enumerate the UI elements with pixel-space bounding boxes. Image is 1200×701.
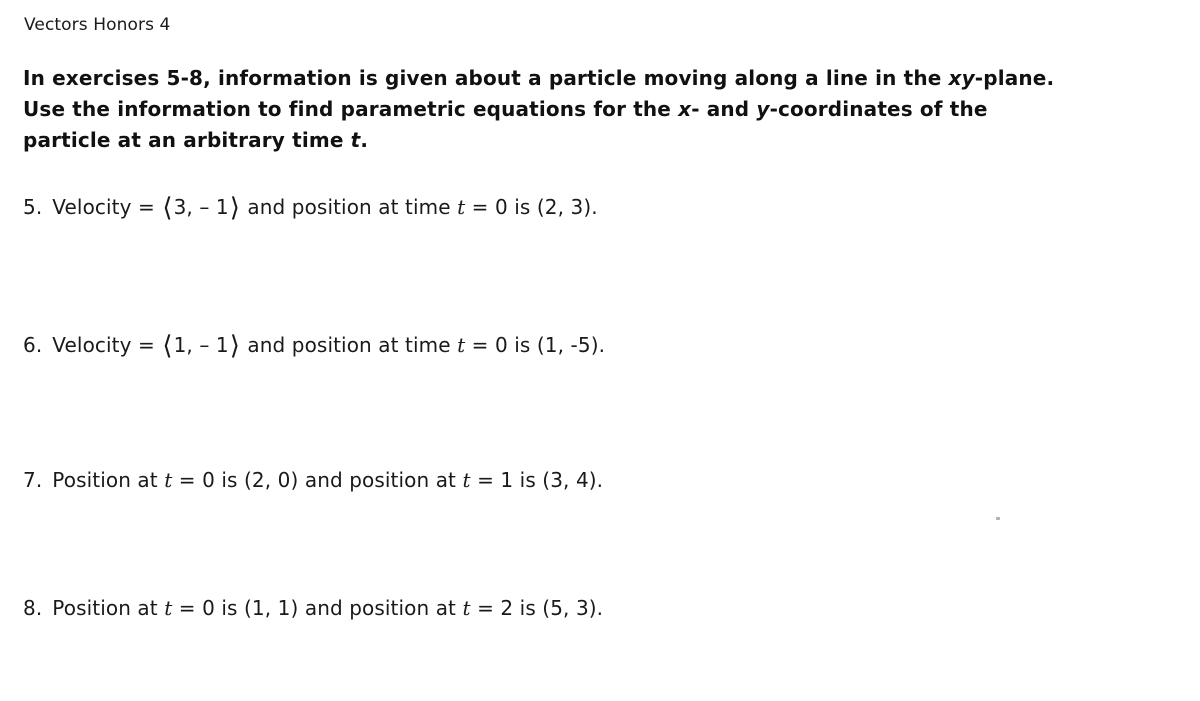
instructions-line-2: Use the information to find parametric e… (23, 94, 1123, 125)
exercise-text: and position at time (240, 333, 458, 357)
right-angle-bracket: ⟩ (229, 193, 240, 223)
variable-x: x (678, 97, 692, 121)
instructions-paragraph: In exercises 5-8, information is given a… (23, 63, 1123, 156)
exercise-text: = 1 is (3, 4). (470, 468, 604, 492)
exercise-8: 8. Position at t = 0 is (1, 1) and positi… (23, 596, 603, 620)
scan-artifact (996, 517, 1000, 520)
instructions-text: -coordinates of the (769, 97, 988, 121)
variable-t: t (350, 128, 361, 152)
instructions-text: Use the information to find parametric e… (23, 97, 679, 121)
instructions-line-3: particle at an arbitrary time t. (23, 125, 1123, 156)
instructions-line-1: In exercises 5-8, information is given a… (23, 63, 1123, 94)
page-title: Vectors Honors 4 (24, 15, 171, 35)
variable-t: t (462, 596, 471, 620)
instructions-text: -plane. (974, 66, 1055, 90)
exercise-text: = 0 is (1, 1) and position at (172, 596, 463, 620)
instructions-text: particle at an arbitrary time (23, 128, 351, 152)
exercise-number: 8. (23, 596, 43, 620)
left-angle-bracket: ⟨ (162, 331, 173, 361)
variable-t: t (457, 195, 466, 219)
variable-t: t (462, 468, 471, 492)
exercise-text: = 0 is (2, 3). (465, 195, 598, 219)
left-angle-bracket: ⟨ (162, 193, 173, 223)
instructions-text: . (360, 128, 369, 152)
exercise-6: 6. Velocity = ⟨1, – 1⟩ and position at ti… (23, 331, 605, 361)
variable-y: y (756, 97, 770, 121)
exercise-number: 6. (23, 333, 43, 357)
instructions-text: In exercises 5-8, information is given a… (23, 66, 949, 90)
exercise-text: Velocity = (52, 195, 162, 219)
velocity-vector: 3, – 1 (173, 195, 229, 219)
exercise-7: 7. Position at t = 0 is (2, 0) and positi… (23, 468, 603, 492)
instructions-text: - and (691, 97, 757, 121)
exercise-text: Velocity = (52, 333, 162, 357)
exercise-5: 5. Velocity = ⟨3, – 1⟩ and position at ti… (23, 193, 598, 223)
variable-t: t (457, 333, 466, 357)
velocity-vector: 1, – 1 (173, 333, 229, 357)
exercise-text: Position at (52, 596, 165, 620)
exercise-text: Position at (52, 468, 165, 492)
exercise-text: and position at time (240, 195, 458, 219)
exercise-number: 5. (23, 195, 43, 219)
right-angle-bracket: ⟩ (229, 331, 240, 361)
exercise-text: = 2 is (5, 3). (470, 596, 604, 620)
variable-xy: xy (948, 66, 975, 90)
exercise-number: 7. (23, 468, 43, 492)
exercise-text: = 0 is (1, -5). (465, 333, 606, 357)
exercise-text: = 0 is (2, 0) and position at (172, 468, 463, 492)
